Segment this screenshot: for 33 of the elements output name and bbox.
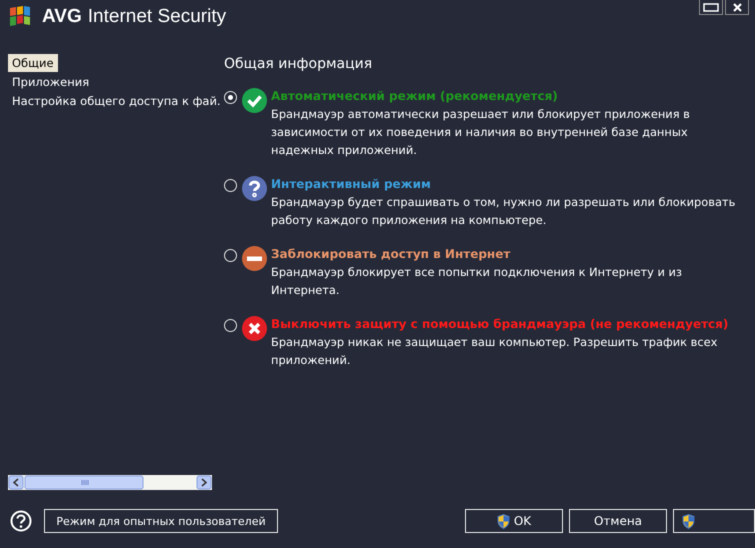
mode-description: Брандмауэр будет спрашивать о том, нужно ли разрешать или блокировать работу каждого приложения на компьютере. xyxy=(271,194,736,229)
horizontal-scrollbar[interactable] xyxy=(8,475,212,490)
close-icon xyxy=(732,2,742,12)
radio-button[interactable] xyxy=(224,249,237,262)
sidebar-item[interactable]: Приложения xyxy=(8,73,94,91)
cross-icon xyxy=(242,316,267,341)
mode-title: Автоматический режим (рекомендуется) xyxy=(271,88,559,105)
brand-name: AVG xyxy=(42,6,82,28)
dialog-button[interactable]: OK xyxy=(465,509,563,533)
shield-icon xyxy=(682,514,695,528)
radio-button[interactable] xyxy=(224,319,237,332)
section-heading: Общая информация xyxy=(224,56,374,72)
minus-icon xyxy=(242,246,267,271)
window-title: Internet Security xyxy=(88,6,226,28)
dialog-button[interactable]: Отмена xyxy=(569,509,667,533)
radio-button[interactable] xyxy=(224,91,237,104)
dialog-button[interactable] xyxy=(673,509,755,533)
expert-mode-button[interactable]: Режим для опытных пользователей xyxy=(44,509,278,533)
question-icon xyxy=(242,176,267,201)
sidebar-item[interactable]: Настройка общего доступа к фай. xyxy=(8,92,225,110)
mode-title: Интерактивный режим xyxy=(271,176,432,193)
mode-title: Выключить защиту с помощью брандмауэра (не рекомендуется) xyxy=(271,316,730,333)
sidebar-item[interactable]: Общие xyxy=(8,54,58,72)
check-icon xyxy=(242,88,267,113)
help-icon[interactable] xyxy=(10,510,32,532)
close-button[interactable] xyxy=(725,0,749,15)
maximize-button[interactable] xyxy=(699,0,723,15)
radio-button[interactable] xyxy=(224,179,237,192)
maximize-icon xyxy=(703,2,719,12)
mode-description: Брандмауэр блокирует все попытки подключения к Интернету и из Интернета. xyxy=(271,264,683,299)
mode-description: Брандмауэр никак не защищает ваш компьютер. Разрешить трафик всех приложений. xyxy=(271,334,718,369)
mode-description: Брандмауэр автоматически разрешает или блокирует приложения в зависимости от их поведения и наличия во внутренней базе данных надежных приложений. xyxy=(271,106,691,159)
mode-title: Заблокировать доступ в Интернет xyxy=(271,246,512,263)
